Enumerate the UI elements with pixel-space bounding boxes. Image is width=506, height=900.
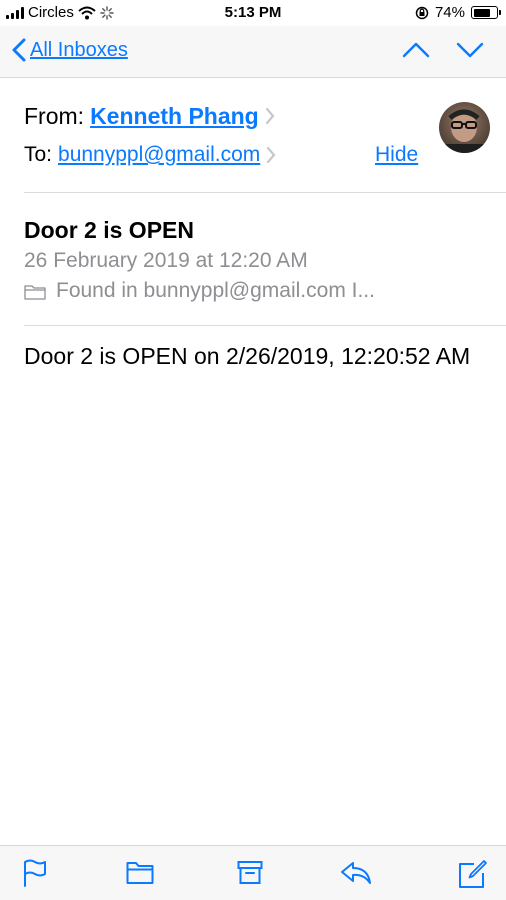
archive-icon[interactable]	[237, 859, 263, 885]
back-button-label: All Inboxes	[30, 38, 128, 61]
status-bar-right: 74%	[415, 4, 501, 21]
battery-percent: 74%	[434, 4, 465, 21]
mailbox-location[interactable]: Found in bunnyppl@gmail.com I...	[24, 276, 484, 306]
hide-details-link[interactable]: Hide	[375, 143, 418, 167]
to-row: To: bunnyppl@gmail.com	[24, 136, 506, 174]
from-label: From:	[24, 102, 85, 129]
from-row: From: Kenneth Phang	[24, 96, 506, 136]
message-body: Door 2 is OPEN on 2/26/2019, 12:20:52 AM	[24, 343, 471, 369]
subject-divider	[24, 325, 506, 326]
sender-name-link[interactable]: Kenneth Phang	[90, 103, 259, 130]
back-to-all-inboxes-button[interactable]: All Inboxes	[12, 38, 128, 62]
avatar-photo	[439, 109, 490, 153]
signal-strength-icon	[6, 6, 24, 19]
sender-avatar[interactable]	[439, 102, 490, 153]
status-bar-left: Circles	[6, 4, 114, 21]
message-date: 26 February 2019 at 12:20 AM	[24, 249, 308, 272]
header-divider	[24, 192, 506, 193]
folder-icon	[24, 284, 46, 300]
compose-icon[interactable]	[458, 859, 488, 889]
reply-icon[interactable]	[340, 859, 372, 885]
wifi-icon	[78, 6, 96, 19]
navigation-bar: All Inboxes	[0, 26, 506, 78]
message-navigation	[402, 40, 484, 60]
orientation-lock-icon	[415, 6, 429, 19]
chevron-up-icon[interactable]	[402, 40, 430, 60]
found-in-text: Found in bunnyppl@gmail.com I...	[56, 279, 375, 302]
battery-level	[473, 8, 490, 17]
message-header: From: Kenneth Phang To: bunnyppl@gmail.c…	[24, 96, 506, 174]
message-subject: Door 2 is OPEN	[24, 217, 194, 243]
chevron-right-icon	[267, 146, 276, 164]
folder-icon[interactable]	[126, 859, 154, 885]
activity-spinner-icon	[100, 5, 114, 20]
bottom-toolbar	[0, 845, 506, 900]
chevron-down-icon[interactable]	[456, 40, 484, 60]
subject-block: Door 2 is OPEN 26 February 2019 at 12:20…	[24, 214, 484, 306]
battery-icon	[471, 6, 501, 19]
flag-icon[interactable]	[23, 859, 47, 887]
status-bar: Circles 5:13 PM 74%	[0, 0, 506, 26]
carrier-name: Circles	[28, 4, 74, 21]
recipient-address-link[interactable]: bunnyppl@gmail.com	[58, 143, 260, 167]
chevron-right-icon	[265, 107, 275, 125]
chevron-left-icon	[12, 38, 26, 62]
to-label: To:	[24, 143, 53, 166]
